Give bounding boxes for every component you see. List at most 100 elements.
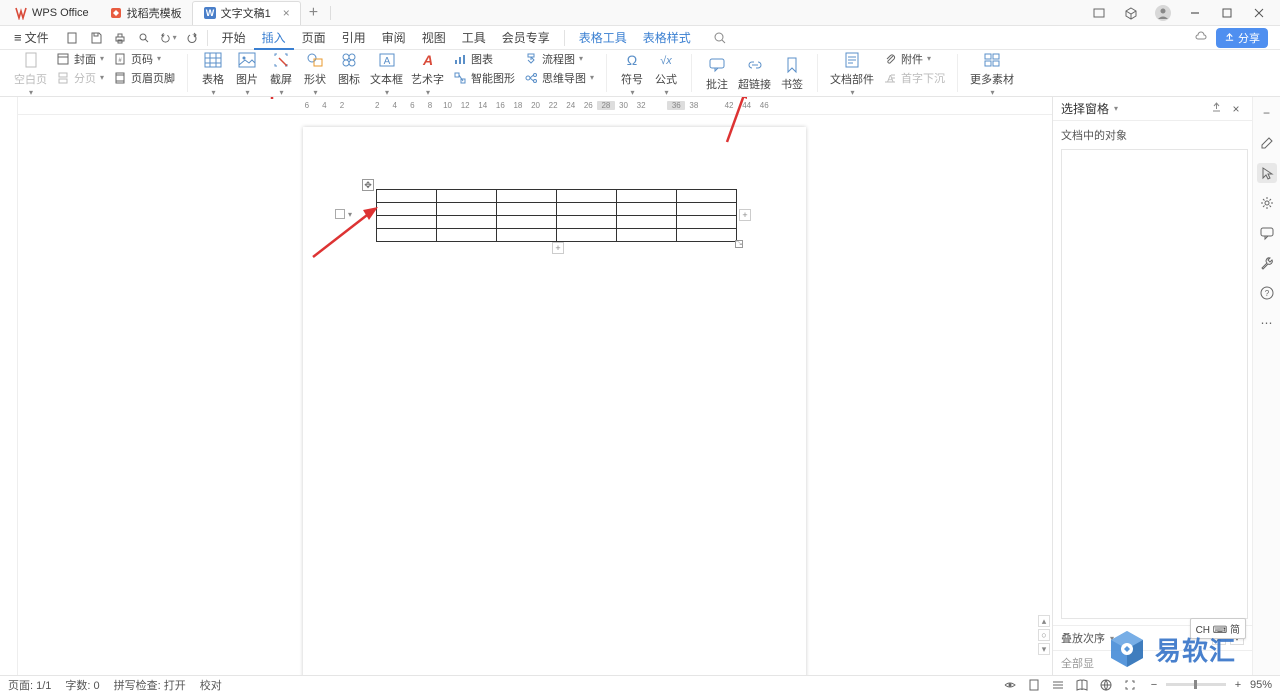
menu-tab-1[interactable]: 插入	[254, 26, 294, 50]
menu-tab-4[interactable]: 审阅	[374, 26, 414, 50]
window-compact-icon[interactable]	[1088, 2, 1110, 24]
template-tab[interactable]: 找稻壳模板	[99, 1, 192, 25]
status-page[interactable]: 页面: 1/1	[8, 677, 51, 693]
menu-tab-7[interactable]: 会员专享	[494, 26, 558, 50]
page-break-button[interactable]: 分页▾	[53, 69, 106, 87]
more-material-button[interactable]: 更多素材▾	[968, 50, 1016, 97]
row-marker-dropdown-icon[interactable]: ▾	[348, 210, 352, 219]
mindmap-button[interactable]: 思维导图▾	[521, 69, 596, 87]
table-row[interactable]	[377, 190, 737, 203]
pane-object-list[interactable]	[1061, 149, 1248, 619]
scroll-anchor-icon[interactable]: ○	[1038, 629, 1050, 641]
shape-button[interactable]: 形状▾	[300, 50, 330, 97]
chart-button[interactable]: 图表	[450, 50, 517, 68]
picture-button[interactable]: 图片▾	[232, 50, 262, 97]
eye-icon[interactable]	[1002, 677, 1018, 693]
table-resize-handle[interactable]: ⤡	[735, 240, 743, 248]
window-cube-icon[interactable]	[1120, 2, 1142, 24]
icon-button[interactable]: 图标	[334, 50, 364, 87]
document-table[interactable]	[376, 189, 737, 242]
table-object[interactable]: ✥ + + ⤡	[376, 189, 737, 242]
view-read-icon[interactable]	[1074, 677, 1090, 693]
edit-tool-icon[interactable]	[1257, 133, 1277, 153]
more-tool-icon[interactable]: ⋯	[1257, 313, 1277, 333]
hyperlink-button[interactable]: 超链接	[736, 55, 773, 92]
fullscreen-icon[interactable]	[1122, 677, 1138, 693]
maximize-button[interactable]	[1216, 2, 1238, 24]
smartart-button[interactable]: 智能图形	[450, 69, 517, 87]
screenshot-button[interactable]: 截屏▾	[266, 50, 296, 97]
pane-header: 选择窗格 ▾ ×	[1053, 97, 1252, 121]
menu-tab-0[interactable]: 开始	[214, 26, 254, 50]
status-proofing[interactable]: 校对	[200, 677, 222, 693]
table-move-handle-icon[interactable]: ✥	[362, 179, 374, 191]
zoom-percent[interactable]: 95%	[1250, 679, 1272, 691]
menu-tab-8[interactable]: 表格工具	[571, 26, 635, 50]
doc-parts-button[interactable]: 文档部件▾	[828, 50, 876, 97]
zoom-in-icon[interactable]: +	[1230, 677, 1246, 693]
menu-tab-6[interactable]: 工具	[454, 26, 494, 50]
chat-tool-icon[interactable]	[1257, 223, 1277, 243]
flowchart-button[interactable]: 流程图▾	[521, 50, 596, 68]
wrench-tool-icon[interactable]	[1257, 253, 1277, 273]
view-outline-icon[interactable]	[1050, 677, 1066, 693]
attachment-button[interactable]: 附件▾	[880, 50, 947, 68]
view-web-icon[interactable]	[1098, 677, 1114, 693]
menu-tab-3[interactable]: 引用	[334, 26, 374, 50]
status-spellcheck[interactable]: 拼写检查: 打开	[114, 677, 186, 693]
table-row[interactable]	[377, 216, 737, 229]
pane-close-icon[interactable]: ×	[1228, 102, 1244, 116]
page-number-button[interactable]: #页码▾	[110, 50, 177, 68]
textbox-button[interactable]: A文本框▾	[368, 50, 405, 97]
blank-page-button[interactable]: 空白页▾	[12, 50, 49, 97]
menu-tab-2[interactable]: 页面	[294, 26, 334, 50]
view-print-icon[interactable]	[1026, 677, 1042, 693]
zoom-slider[interactable]	[1166, 683, 1226, 686]
table-row[interactable]	[377, 203, 737, 216]
table-add-row-button[interactable]: +	[552, 242, 564, 254]
zoom-out-icon[interactable]: −	[1146, 677, 1162, 693]
minimize-button[interactable]	[1184, 2, 1206, 24]
symbol-button[interactable]: Ω符号▾	[617, 50, 647, 97]
wordart-button[interactable]: A艺术字▾	[409, 50, 446, 97]
header-footer-button[interactable]: 页眉页脚	[110, 69, 177, 87]
search-icon[interactable]	[705, 26, 735, 50]
equation-button[interactable]: √x公式▾	[651, 50, 681, 97]
collapse-pane-icon[interactable]: −	[1257, 103, 1277, 123]
undo-icon[interactable]: ▾	[159, 29, 177, 47]
comment-button[interactable]: 批注	[702, 55, 732, 92]
icon-symbol-icon	[339, 50, 359, 70]
new-doc-icon[interactable]	[63, 29, 81, 47]
show-all-label[interactable]: 全部显	[1061, 655, 1094, 671]
dropcap-button[interactable]: A首字下沉	[880, 69, 947, 87]
table-button[interactable]: 表格▾	[198, 50, 228, 97]
table-row[interactable]	[377, 229, 737, 242]
menu-tab-5[interactable]: 视图	[414, 26, 454, 50]
cover-button[interactable]: 封面▾	[53, 50, 106, 68]
print-preview-icon[interactable]	[135, 29, 153, 47]
scroll-up-icon[interactable]: ▴	[1038, 615, 1050, 627]
share-button[interactable]: 分享	[1216, 28, 1268, 48]
select-tool-icon[interactable]	[1257, 163, 1277, 183]
menu-tab-9[interactable]: 表格样式	[635, 26, 699, 50]
cloud-icon[interactable]	[1194, 29, 1208, 46]
pane-pin-icon[interactable]	[1208, 102, 1224, 116]
row-marker[interactable]: ▾	[335, 209, 352, 219]
add-tab-button[interactable]: +	[301, 4, 326, 22]
file-menu[interactable]: ≡ 文件	[6, 26, 57, 50]
document-tab[interactable]: W 文字文稿1 ×	[192, 1, 301, 25]
scroll-down-icon[interactable]: ▾	[1038, 643, 1050, 655]
settings-tool-icon[interactable]	[1257, 193, 1277, 213]
table-add-column-button[interactable]: +	[739, 209, 751, 221]
status-words[interactable]: 字数: 0	[65, 677, 99, 693]
close-window-button[interactable]	[1248, 2, 1270, 24]
redo-icon[interactable]	[183, 29, 201, 47]
print-icon[interactable]	[111, 29, 129, 47]
bookmark-button[interactable]: 书签	[777, 55, 807, 92]
save-icon[interactable]	[87, 29, 105, 47]
pane-dropdown-icon[interactable]: ▾	[1114, 104, 1118, 113]
user-avatar-icon[interactable]	[1152, 2, 1174, 24]
help-tool-icon[interactable]: ?	[1257, 283, 1277, 303]
close-tab-icon[interactable]: ×	[283, 6, 290, 20]
app-tab[interactable]: WPS Office	[4, 1, 99, 25]
